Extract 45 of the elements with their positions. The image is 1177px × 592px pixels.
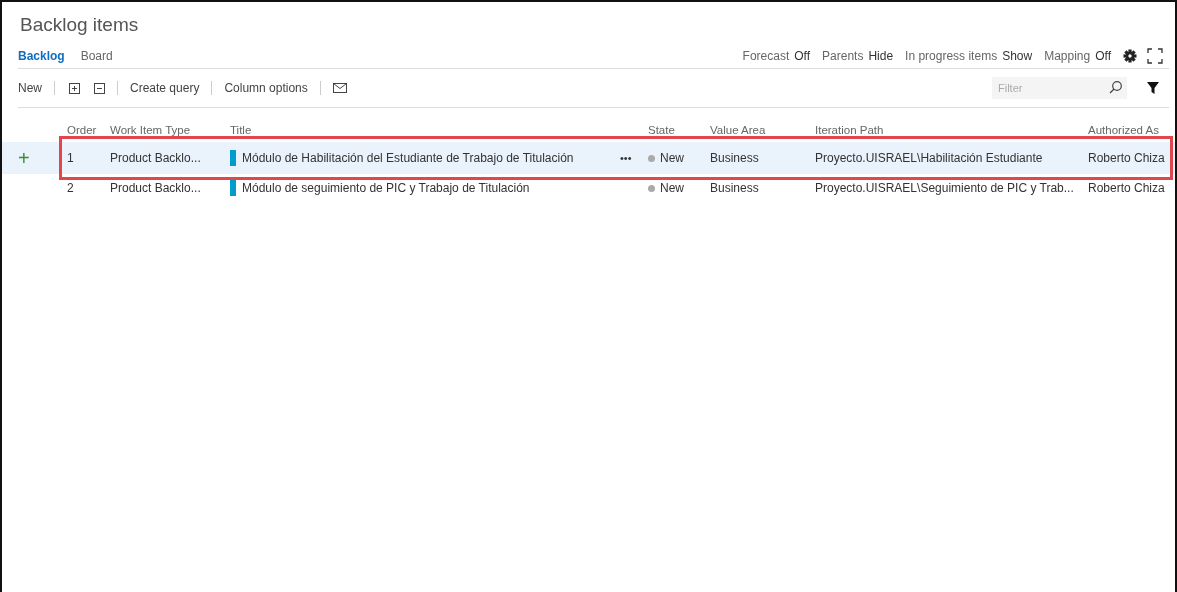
table-cell: New [660, 181, 684, 195]
toolbar-button[interactable]: Column options [218, 81, 314, 95]
column-header[interactable]: Value Area [710, 124, 815, 136]
tab[interactable]: Board [80, 49, 113, 63]
table-cell: Roberto Chiza [1088, 151, 1165, 165]
column-header[interactable]: Order [67, 124, 110, 136]
tab[interactable]: Backlog [18, 49, 65, 63]
table-cell: Business [710, 151, 759, 165]
table-cell: Product Backlo... [110, 151, 201, 165]
table-cell: Business [710, 181, 759, 195]
fullscreen-icon[interactable] [1147, 48, 1163, 64]
page-title: Backlog items [19, 13, 140, 36]
column-header[interactable]: Work Item Type [110, 124, 230, 136]
column-header[interactable]: Authorized As [1088, 124, 1174, 136]
add-button[interactable]: + [18, 148, 30, 168]
work-item-link[interactable]: Módulo de seguimiento de PIC y Trabajo de Titulación [242, 181, 530, 195]
filter-field[interactable]: Filter [992, 77, 1104, 99]
table-cell: Product Backlo... [110, 181, 201, 195]
column-header[interactable]: State [648, 124, 710, 136]
expand-all-icon[interactable] [69, 82, 80, 94]
column-header[interactable]: Title [230, 124, 648, 136]
work-item-link[interactable]: Módulo de Habilitación del Estudiante de Trabajo de Titulación [242, 151, 574, 165]
status-dot [648, 154, 655, 162]
table-cell: Proyecto.UISRAEL\Seguimiento de PIC y Trab... [815, 181, 1074, 195]
color-bar [230, 150, 236, 166]
toolbar-button[interactable]: New [18, 81, 48, 95]
more-button[interactable]: ••• [620, 152, 632, 164]
table-cell: Proyecto.UISRAEL\Habilitación Estudiante [815, 151, 1043, 165]
color-bar [230, 180, 236, 196]
view-option-toggle[interactable]: Parents Hide [822, 49, 894, 63]
table-cell: Roberto Chiza [1088, 181, 1165, 195]
search-icon[interactable] [1104, 77, 1127, 99]
column-header[interactable]: Iteration Path [815, 124, 1088, 136]
collapse-all-icon[interactable] [94, 82, 105, 94]
mail-icon[interactable] [332, 83, 347, 93]
filter-icon[interactable] [1147, 82, 1159, 94]
toolbar-button[interactable]: Create query [124, 81, 206, 95]
table-cell: 1 [67, 151, 74, 165]
view-option-toggle[interactable]: In progress items Show [905, 49, 1033, 63]
view-option-toggle[interactable]: Forecast Off [742, 49, 811, 63]
table-cell: New [660, 151, 684, 165]
view-option-toggle[interactable]: Mapping Off [1044, 49, 1111, 63]
status-dot [648, 184, 655, 192]
settings-icon[interactable] [1123, 49, 1137, 63]
table-cell: 2 [67, 181, 74, 195]
